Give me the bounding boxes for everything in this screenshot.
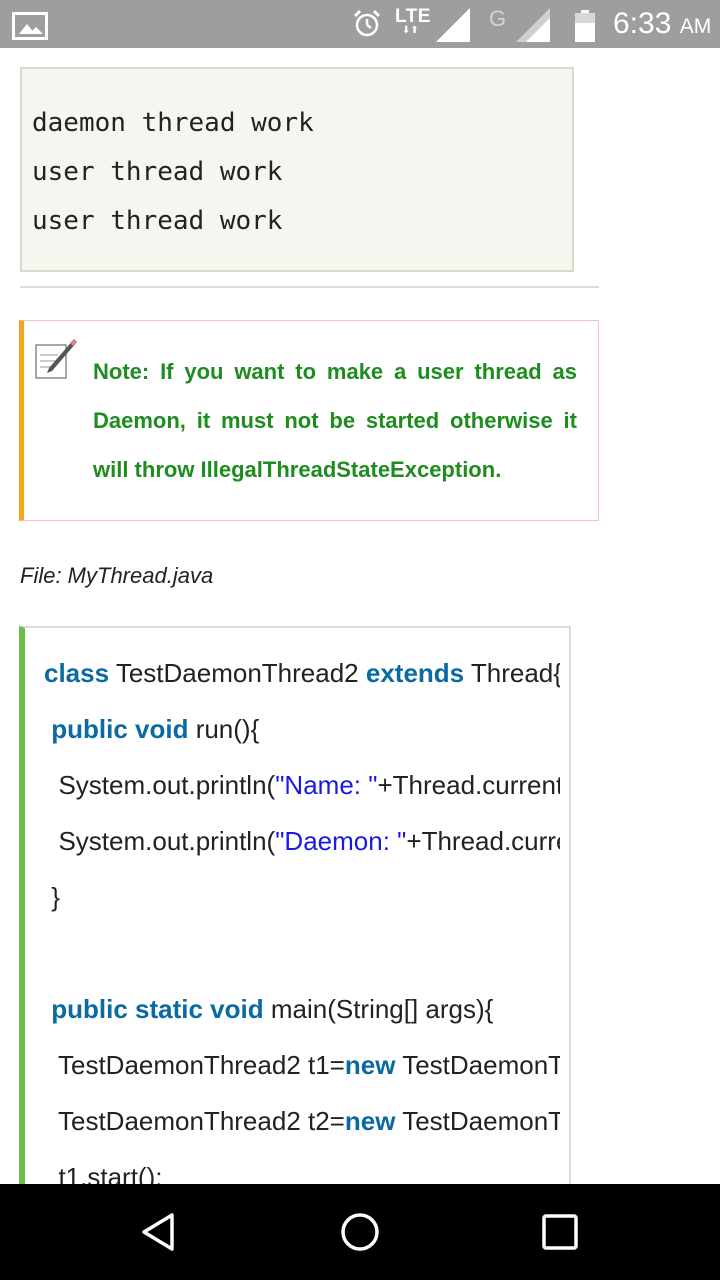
picture-icon — [12, 12, 48, 40]
code-text: TestDaemonThread2(); — [402, 1050, 560, 1080]
code-text: +Thread.currentThread().isDaemon()); — [406, 826, 560, 856]
code-text: TestDaemonThread2 t2= — [44, 1106, 345, 1136]
code-line: TestDaemonThread2 t2=new TestDaemonThrea… — [44, 1093, 560, 1149]
code-content: class TestDaemonThread2 extends Thread{ … — [44, 645, 560, 1205]
code-line: public static void main(String[] args){ — [44, 981, 560, 1037]
clock-ampm: AM — [679, 15, 712, 38]
signal-icon — [436, 8, 470, 42]
code-text: TestDaemonThread2 t1= — [44, 1050, 345, 1080]
clock: 6:33 AM — [613, 7, 711, 41]
code-line: class TestDaemonThread2 extends Thread{ — [44, 645, 560, 701]
code-string: "Daemon: " — [275, 826, 407, 856]
alarm-icon — [353, 9, 381, 37]
program-output-box: daemon thread work user thread work user… — [20, 67, 574, 272]
code-keyword: public void — [51, 714, 189, 744]
pencil-note-icon — [35, 339, 77, 379]
clock-time: 6:33 — [613, 7, 672, 40]
output-line: user thread work — [32, 157, 283, 187]
code-keyword: new — [344, 1050, 396, 1080]
recents-button[interactable] — [538, 1210, 582, 1254]
home-button[interactable] — [338, 1210, 382, 1254]
g-network-label: G — [489, 6, 507, 31]
code-text: TestDaemonThread2(); — [402, 1106, 560, 1136]
secondary-signal-icon — [516, 8, 550, 42]
code-text: } — [44, 882, 60, 912]
code-line: System.out.println("Daemon: "+Thread.cur… — [44, 813, 560, 869]
status-bar: LTE ⬇⬆ G 6:33 AM — [0, 0, 720, 48]
code-text: run(){ — [188, 714, 260, 744]
code-keyword: class — [44, 658, 110, 688]
code-line: public void run(){ — [44, 701, 560, 757]
code-text: System.out.println( — [44, 770, 276, 800]
navigation-bar — [0, 1184, 720, 1280]
code-line: TestDaemonThread2 t1=new TestDaemonThrea… — [44, 1037, 560, 1093]
code-text: TestDaemonThread2 — [109, 658, 366, 688]
code-string: "Name: " — [275, 770, 378, 800]
code-line: System.out.println("Name: "+Thread.curre… — [44, 757, 560, 813]
battery-icon — [575, 10, 595, 42]
code-text: Thread{ — [464, 658, 560, 688]
output-line: user thread work — [32, 206, 283, 236]
note-box: Note: If you want to make a user thread … — [19, 320, 599, 521]
back-button[interactable] — [138, 1210, 182, 1254]
file-label: File: MyThread.java — [20, 563, 214, 588]
code-text: System.out.println( — [44, 826, 276, 856]
note-text: Note: If you want to make a user thread … — [93, 359, 577, 482]
code-line: } — [44, 869, 560, 925]
code-keyword: extends — [365, 658, 465, 688]
code-keyword: new — [344, 1106, 396, 1136]
output-line: daemon thread work — [32, 108, 314, 138]
code-text: +Thread.currentThread().getName()); — [377, 770, 560, 800]
data-arrows-icon: ⬇⬆ — [402, 25, 419, 36]
code-box[interactable]: class TestDaemonThread2 extends Thread{ … — [19, 626, 571, 1226]
section-divider — [20, 286, 599, 288]
code-text: main(String[] args){ — [263, 994, 494, 1024]
code-keyword: public static void — [51, 994, 264, 1024]
